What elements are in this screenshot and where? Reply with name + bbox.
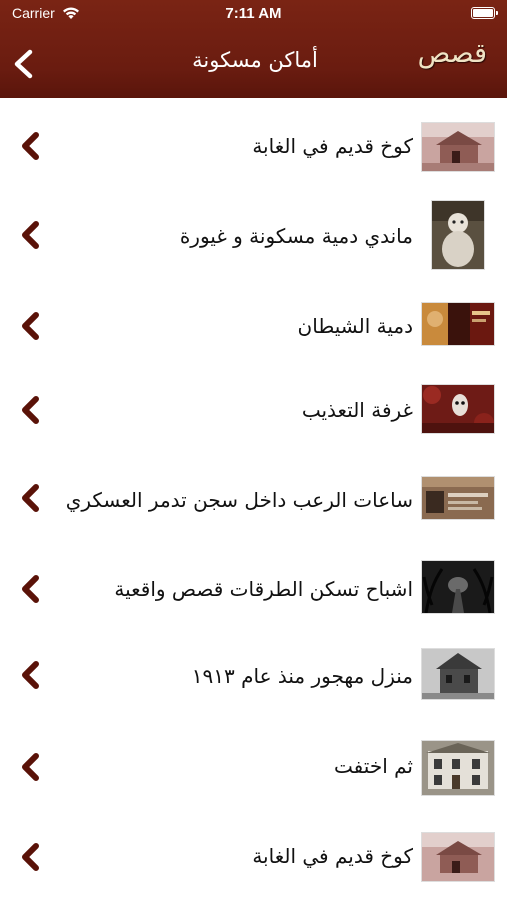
list-item[interactable]: ماندي دمية مسكونة و غيورة: [0, 190, 507, 280]
list-item-label: كوخ قديم في الغابة: [252, 134, 413, 158]
chevron-left-icon: [22, 312, 39, 340]
chevron-left-icon: [22, 396, 39, 424]
list-item[interactable]: كوخ قديم في الغابة: [0, 832, 507, 924]
list-item-label: غرفة التعذيب: [301, 398, 413, 422]
list-item-label: ساعات الرعب داخل سجن تدمر العسكري: [65, 488, 413, 512]
list-item[interactable]: ساعات الرعب داخل سجن تدمر العسكري: [0, 464, 507, 556]
chevron-left-icon: [22, 221, 39, 249]
list-item-label: منزل مهجور منذ عام ١٩١٣: [191, 664, 413, 688]
dark-road-thumbnail: [421, 560, 495, 614]
chevron-left-icon: [22, 575, 39, 603]
app-logo: قصص: [417, 38, 487, 69]
status-bar: Carrier 7:11 AM: [0, 0, 507, 30]
list-item-label: ثم اختفت: [334, 754, 413, 778]
list-item[interactable]: دمية الشيطان: [0, 280, 507, 372]
battery-icon: [471, 7, 498, 19]
list-item[interactable]: غرفة التعذيب: [0, 372, 507, 464]
chevron-left-icon: [22, 132, 39, 160]
mask-thumbnail: [421, 384, 495, 434]
list-item-label: كوخ قديم في الغابة: [252, 844, 413, 868]
list-item[interactable]: كوخ قديم في الغابة: [0, 98, 507, 190]
status-time: 7:11 AM: [225, 5, 282, 22]
back-chevron-icon[interactable]: [8, 44, 42, 84]
doll-thumbnail: [431, 200, 485, 270]
list-item[interactable]: منزل مهجور منذ عام ١٩١٣: [0, 648, 507, 740]
list-item-label: اشباح تسكن الطرقات قصص واقعية: [114, 577, 413, 601]
movie-poster-thumbnail: [421, 302, 495, 346]
list-item-label: دمية الشيطان: [297, 314, 413, 338]
abandoned-house-thumbnail: [421, 648, 495, 700]
chevron-left-icon: [22, 843, 39, 871]
chevron-left-icon: [22, 661, 39, 689]
cabin-thumbnail: [421, 122, 495, 172]
list-item[interactable]: ثم اختفت: [0, 740, 507, 832]
navigation-bar: Carrier 7:11 AM أماكن مسكونة قصص: [0, 0, 507, 98]
stories-list: كوخ قديم في الغابة ماندي دمية مسكونة و غ…: [0, 98, 507, 924]
list-item-label: ماندي دمية مسكونة و غيورة: [179, 224, 413, 248]
list-item[interactable]: اشباح تسكن الطرقات قصص واقعية: [0, 556, 507, 648]
cabin-thumbnail: [421, 832, 495, 882]
white-house-thumbnail: [421, 740, 495, 796]
chevron-left-icon: [22, 484, 39, 512]
prison-thumbnail: [421, 476, 495, 520]
chevron-left-icon: [22, 753, 39, 781]
page-title: أماكن مسكونة: [192, 48, 318, 72]
